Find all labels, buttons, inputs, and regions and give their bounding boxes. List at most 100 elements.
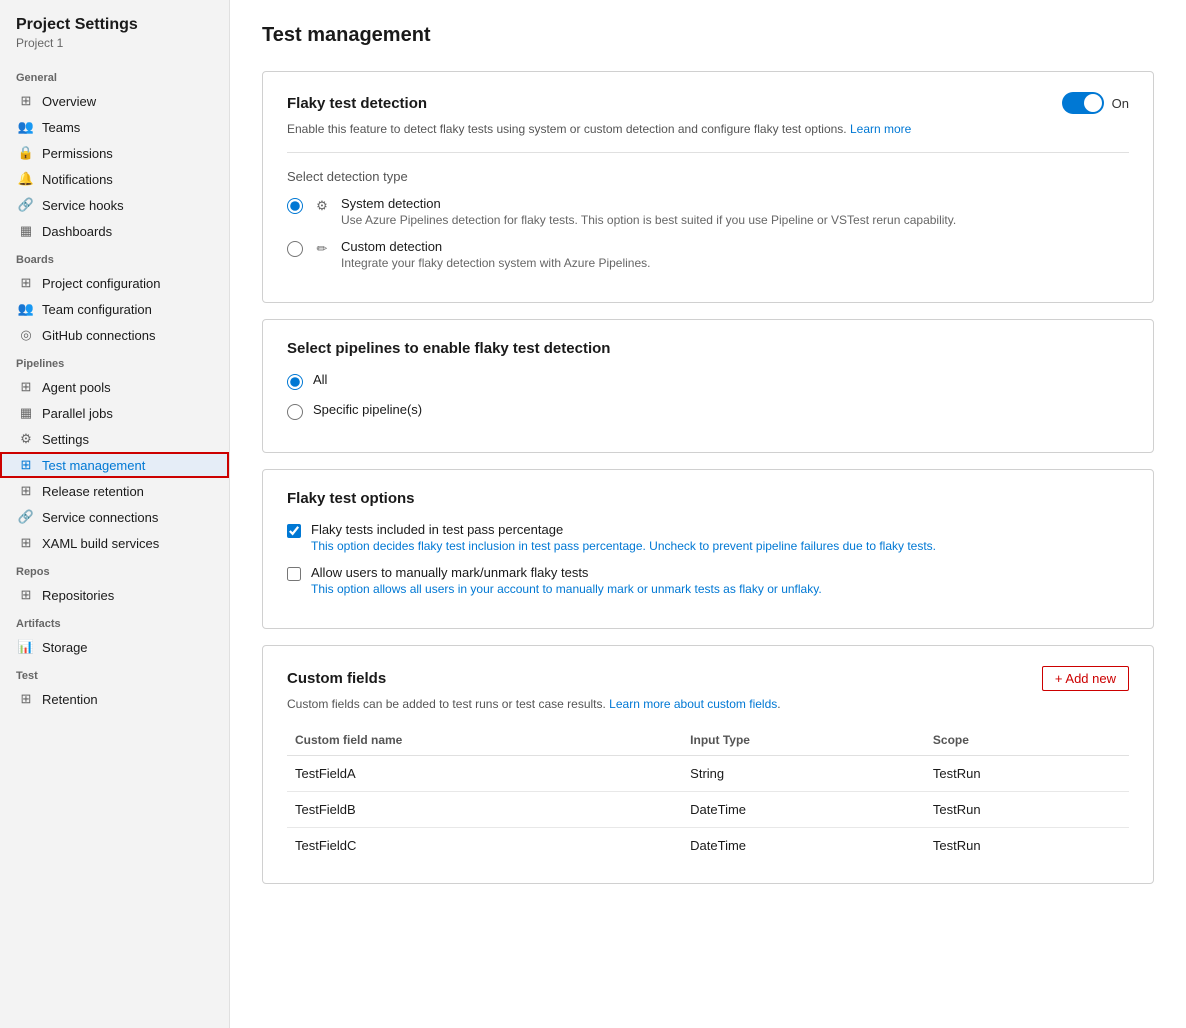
all-pipelines-option: All	[287, 372, 1129, 390]
system-detection-desc: Use Azure Pipelines detection for flaky …	[341, 213, 956, 227]
github-connections-icon: ◎	[18, 327, 34, 343]
add-new-button[interactable]: + Add new	[1042, 666, 1129, 691]
sidebar-label-overview: Overview	[42, 94, 96, 109]
system-detection-option: ⚙ System detection Use Azure Pipelines d…	[287, 196, 1129, 227]
manual-mark-label: Allow users to manually mark/unmark flak…	[311, 565, 822, 580]
cell-scope-2: TestRun	[925, 828, 1129, 864]
custom-fields-table: Custom field name Input Type Scope TestF…	[287, 727, 1129, 863]
sidebar-item-permissions[interactable]: 🔒Permissions	[0, 140, 229, 166]
cell-name-2: TestFieldC	[287, 828, 682, 864]
all-pipelines-label: All	[313, 372, 327, 387]
app-title: Project Settings	[0, 16, 229, 36]
flaky-options-card: Flaky test options Flaky tests included …	[262, 469, 1154, 629]
system-detection-label: System detection	[341, 196, 956, 211]
included-checkbox-option: Flaky tests included in test pass percen…	[287, 522, 1129, 553]
flaky-options-title: Flaky test options	[287, 490, 1129, 507]
storage-icon: 📊	[18, 639, 34, 655]
sidebar-label-teams: Teams	[42, 120, 80, 135]
sidebar-item-repositories[interactable]: ⊞ Repositories	[0, 582, 229, 608]
sidebar-item-xaml-build-services[interactable]: ⊞ XAML build services	[0, 530, 229, 556]
system-icon: ⚙	[313, 197, 331, 215]
sidebar-label-parallel-jobs: Parallel jobs	[42, 406, 113, 421]
sidebar-item-team-configuration[interactable]: 👥Team configuration	[0, 296, 229, 322]
cell-name-1: TestFieldB	[287, 792, 682, 828]
project-name: Project 1	[0, 36, 229, 62]
sidebar-item-notifications[interactable]: 🔔Notifications	[0, 166, 229, 192]
dashboards-icon: ▦	[18, 223, 34, 239]
sidebar-label-repositories: Repositories	[42, 588, 114, 603]
custom-fields-learn-more[interactable]: Learn more about custom fields	[609, 697, 777, 711]
system-detection-radio[interactable]	[287, 198, 303, 214]
all-pipelines-radio[interactable]	[287, 374, 303, 390]
custom-fields-desc: Custom fields can be added to test runs …	[287, 697, 1129, 711]
sidebar-label-retention: Retention	[42, 692, 98, 707]
sidebar-item-dashboards[interactable]: ▦Dashboards	[0, 218, 229, 244]
custom-detection-radio[interactable]	[287, 241, 303, 257]
cell-input_type-0: String	[682, 756, 925, 792]
custom-fields-header: Custom fields + Add new	[287, 666, 1129, 691]
sidebar-item-service-connections[interactable]: 🔗Service connections	[0, 504, 229, 530]
team-configuration-icon: 👥	[18, 301, 34, 317]
repositories-icon: ⊞	[18, 587, 34, 603]
toggle-container: On	[1062, 92, 1129, 114]
agent-pools-icon: ⊞	[18, 379, 34, 395]
sidebar-section-test: Test	[0, 660, 229, 686]
sidebar-item-project-configuration[interactable]: ⊞ Project configuration	[0, 270, 229, 296]
sidebar-item-test-management[interactable]: ⊞Test management	[0, 452, 229, 478]
page-title: Test management	[262, 24, 1154, 47]
col-scope: Scope	[925, 727, 1129, 756]
table-row-2: TestFieldCDateTimeTestRun	[287, 828, 1129, 864]
custom-detection-desc: Integrate your flaky detection system wi…	[341, 256, 651, 270]
sidebar-item-parallel-jobs[interactable]: ▦ Parallel jobs	[0, 400, 229, 426]
custom-icon: ✏	[313, 240, 331, 258]
learn-more-link[interactable]: Learn more	[850, 122, 911, 136]
manual-mark-checkbox[interactable]	[287, 567, 301, 581]
manual-mark-desc: This option allows all users in your acc…	[311, 582, 822, 596]
cell-input_type-1: DateTime	[682, 792, 925, 828]
included-checkbox-desc: This option decides flaky test inclusion…	[311, 539, 936, 553]
sidebar-item-teams[interactable]: 👥 Teams	[0, 114, 229, 140]
teams-icon: 👥	[18, 119, 34, 135]
select-pipelines-card: Select pipelines to enable flaky test de…	[262, 319, 1154, 453]
sidebar-section-artifacts: Artifacts	[0, 608, 229, 634]
notifications-icon: 🔔	[18, 171, 34, 187]
release-retention-icon: ⊞	[18, 483, 34, 499]
sidebar-section-repos: Repos	[0, 556, 229, 582]
flaky-detection-title: Flaky test detection	[287, 95, 427, 112]
sidebar-item-release-retention[interactable]: ⊞Release retention	[0, 478, 229, 504]
xaml-build-services-icon: ⊞	[18, 535, 34, 551]
sidebar-item-storage[interactable]: 📊Storage	[0, 634, 229, 660]
custom-fields-title: Custom fields	[287, 670, 386, 687]
included-checkbox[interactable]	[287, 524, 301, 538]
specific-pipelines-label: Specific pipeline(s)	[313, 402, 422, 417]
overview-icon: ⊞	[18, 93, 34, 109]
table-row-1: TestFieldBDateTimeTestRun	[287, 792, 1129, 828]
retention-icon: ⊞	[18, 691, 34, 707]
test-management-icon: ⊞	[18, 457, 34, 473]
custom-detection-option: ✏ Custom detection Integrate your flaky …	[287, 239, 1129, 270]
custom-detection-label: Custom detection	[341, 239, 651, 254]
sidebar-item-service-hooks[interactable]: 🔗Service hooks	[0, 192, 229, 218]
sidebar-item-retention[interactable]: ⊞ Retention	[0, 686, 229, 712]
sidebar-label-xaml-build-services: XAML build services	[42, 536, 159, 551]
sidebar-label-agent-pools: Agent pools	[42, 380, 111, 395]
sidebar-label-permissions: Permissions	[42, 146, 113, 161]
service-connections-icon: 🔗	[18, 509, 34, 525]
sidebar: Project Settings Project 1 General⊞Overv…	[0, 0, 230, 1028]
main-content: Test management Flaky test detection On …	[230, 0, 1186, 1028]
project-configuration-icon: ⊞	[18, 275, 34, 291]
sidebar-label-project-configuration: Project configuration	[42, 276, 161, 291]
manual-mark-checkbox-option: Allow users to manually mark/unmark flak…	[287, 565, 1129, 596]
parallel-jobs-icon: ▦	[18, 405, 34, 421]
sidebar-item-agent-pools[interactable]: ⊞ Agent pools	[0, 374, 229, 400]
col-input-type: Input Type	[682, 727, 925, 756]
sidebar-label-github-connections: GitHub connections	[42, 328, 155, 343]
sidebar-item-github-connections[interactable]: ◎ GitHub connections	[0, 322, 229, 348]
flaky-detection-toggle[interactable]	[1062, 92, 1104, 114]
sidebar-item-settings[interactable]: ⚙Settings	[0, 426, 229, 452]
sidebar-item-overview[interactable]: ⊞ Overview	[0, 88, 229, 114]
cell-input_type-2: DateTime	[682, 828, 925, 864]
specific-pipelines-radio[interactable]	[287, 404, 303, 420]
sidebar-section-pipelines: Pipelines	[0, 348, 229, 374]
cell-name-0: TestFieldA	[287, 756, 682, 792]
